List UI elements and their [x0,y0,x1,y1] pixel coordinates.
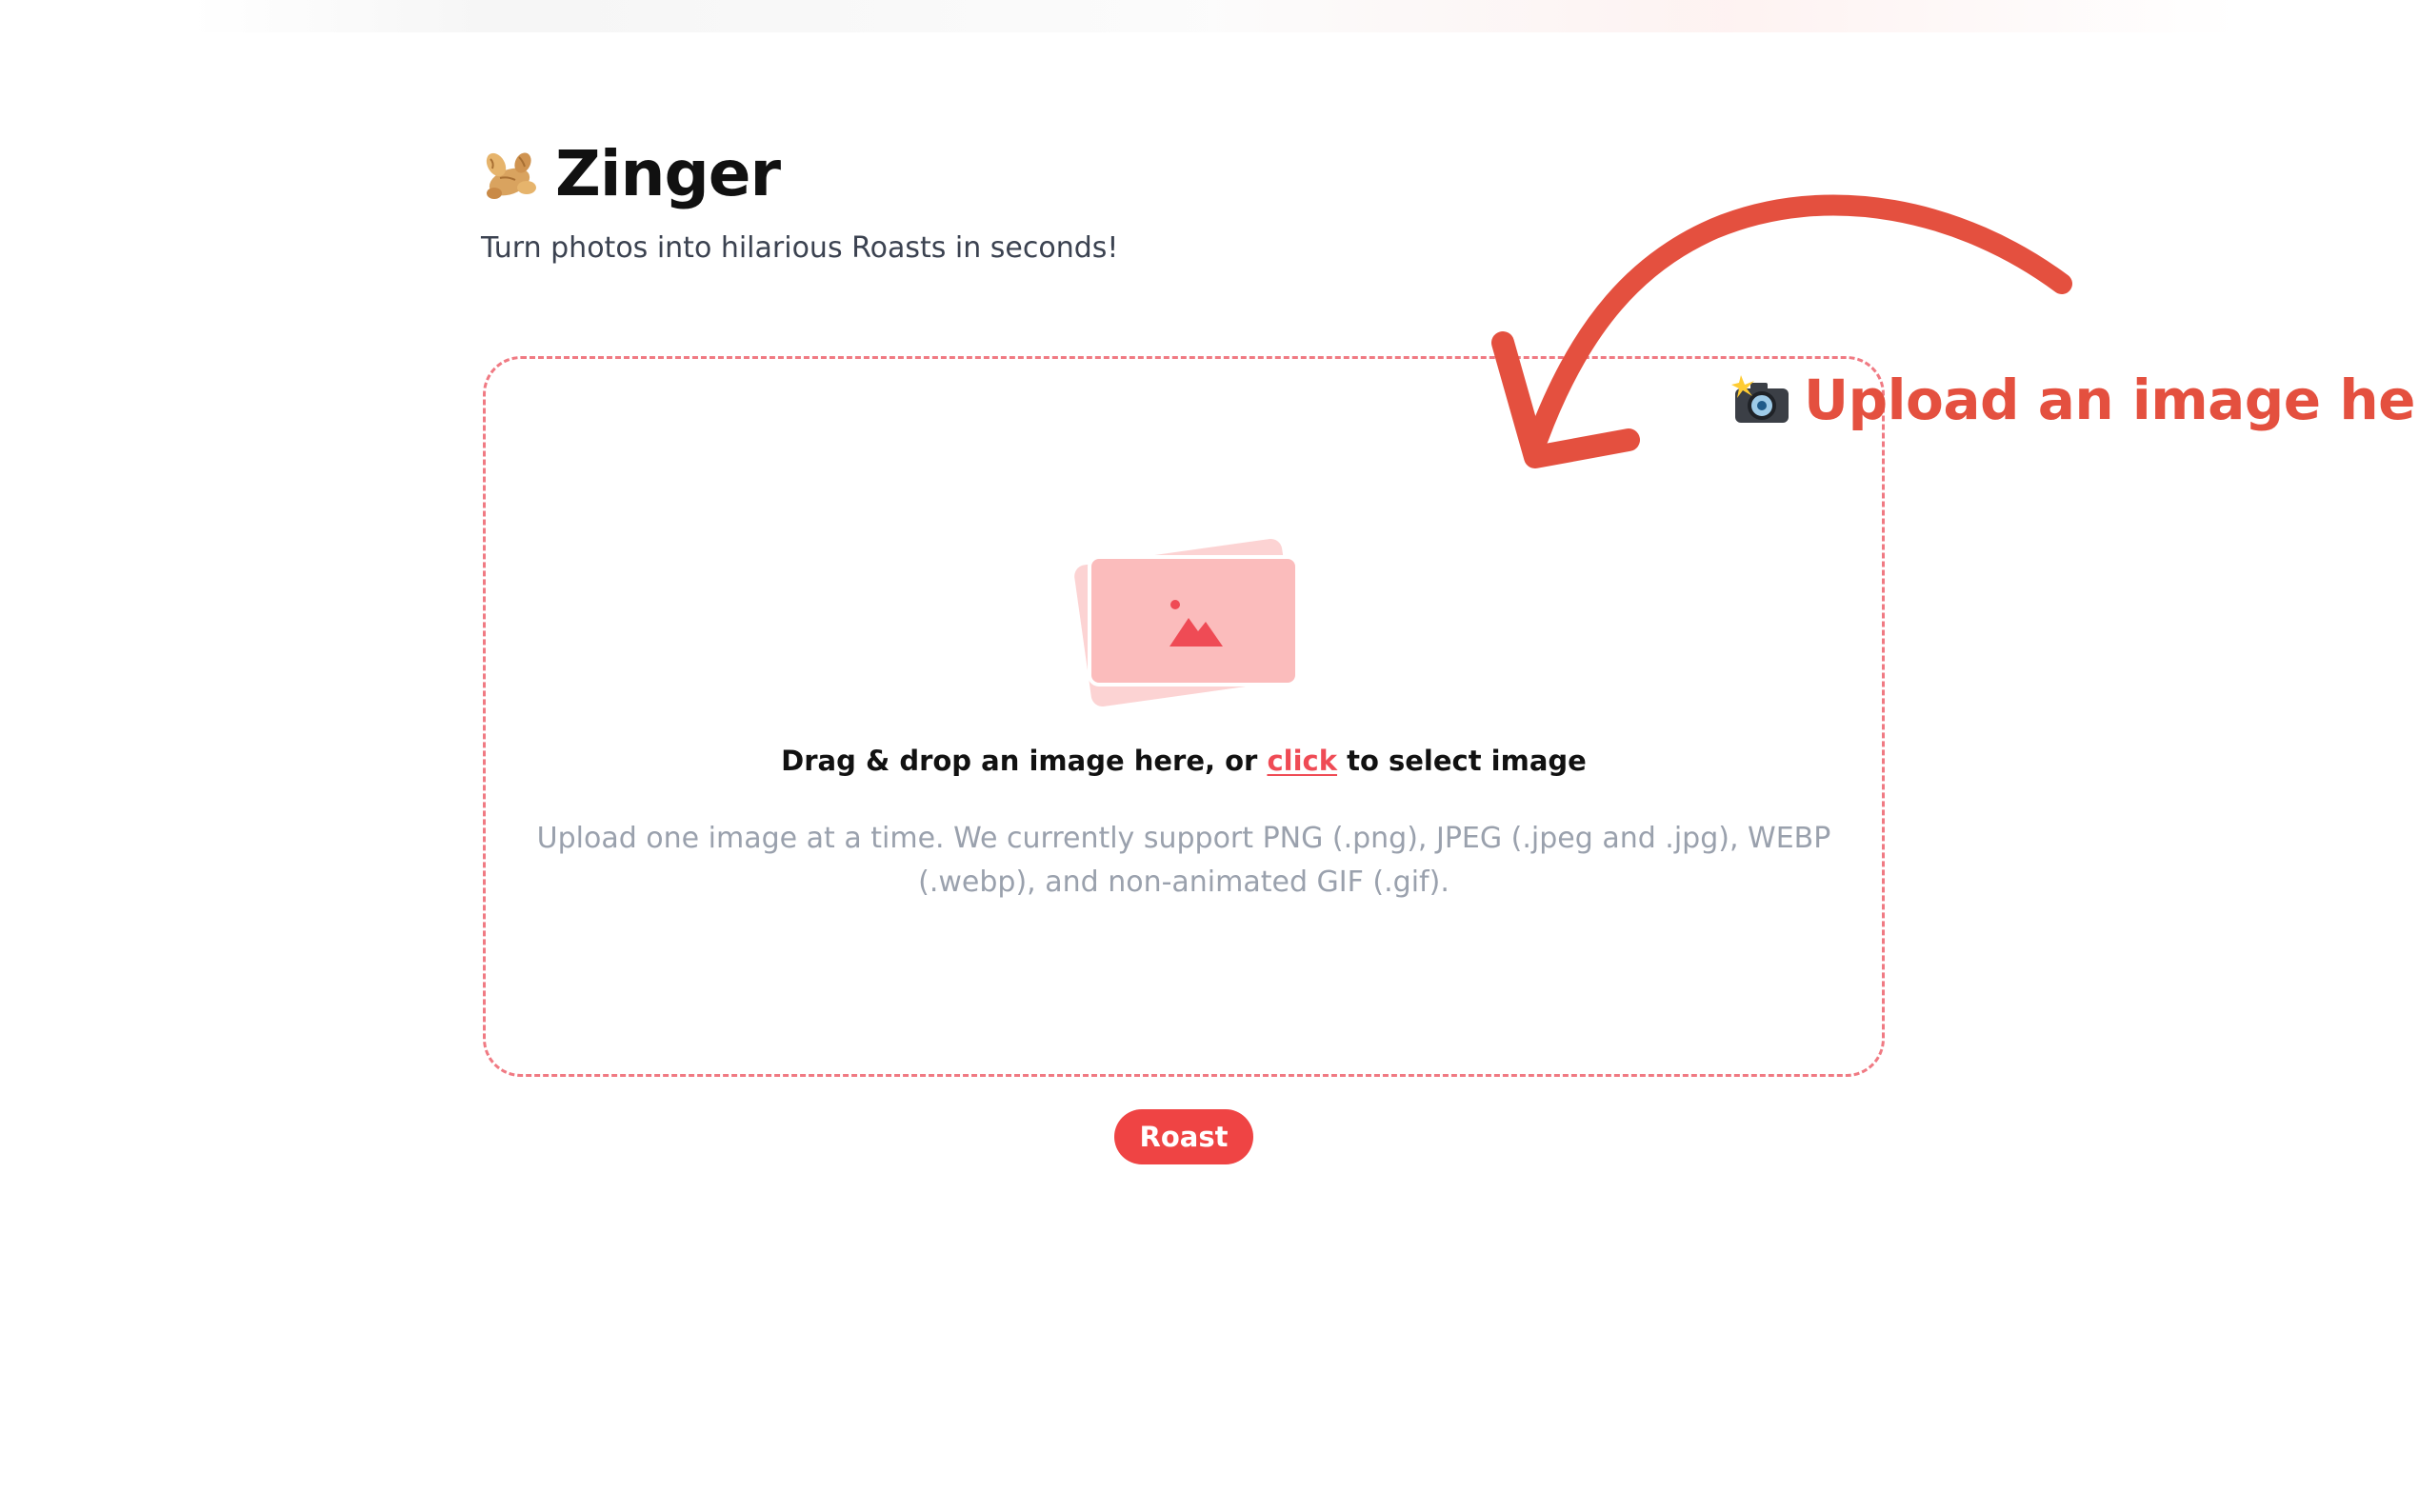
dropzone-instructions-prefix: Drag & drop an image here, or [781,745,1268,777]
app-tagline: Turn photos into hilarious Roasts in sec… [481,231,1119,265]
ginger-root-icon [481,144,542,205]
app-title: Zinger [555,137,781,210]
dropzone-instructions: Drag & drop an image here, or click to s… [483,745,1885,777]
upload-annotation-text: Upload an image here [1804,368,2419,432]
upload-annotation: Upload an image here [1731,368,2419,432]
dropzone-instructions-suffix: to select image [1337,745,1587,777]
image-placeholder-icon [1063,530,1307,717]
curved-arrow-icon [1491,194,2072,468]
app-header: Zinger [481,137,781,210]
camera-flash-icon [1731,373,1792,427]
select-image-link[interactable]: click [1267,745,1337,777]
roast-button[interactable]: Roast [1114,1109,1253,1164]
top-gradient-bar [190,0,2238,32]
supported-formats-text: Upload one image at a time. We currently… [536,822,1831,899]
